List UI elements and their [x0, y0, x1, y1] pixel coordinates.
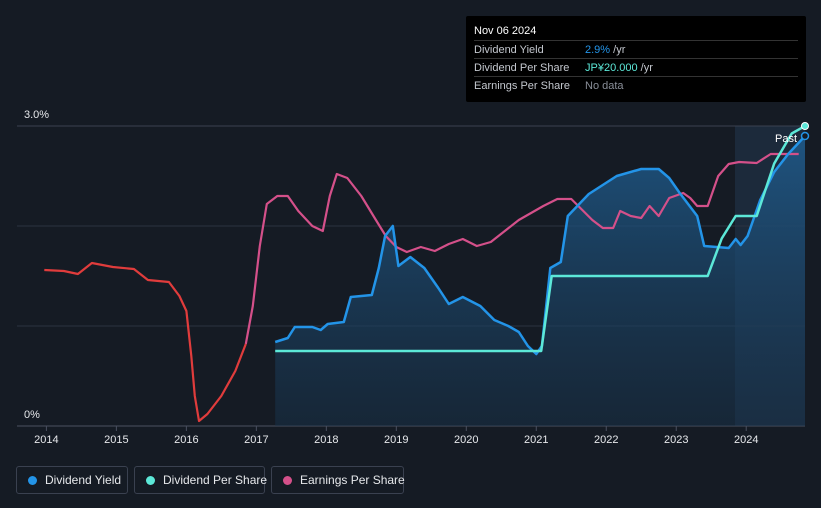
legend-dot [146, 476, 155, 485]
x-tick-label: 2022 [594, 434, 618, 446]
legend-label: Earnings Per Share [300, 473, 405, 487]
tooltip-label: Dividend Per Share [474, 62, 570, 74]
x-tick-label: 2021 [524, 434, 548, 446]
x-tick-label: 2018 [314, 434, 338, 446]
x-tick-label: 2023 [664, 434, 688, 446]
x-tick-label: 2020 [454, 434, 478, 446]
legend-label: Dividend Yield [45, 473, 122, 487]
tooltip-row-dividend-yield: Dividend Yield 2.9% /yr [474, 40, 798, 59]
x-tick-label: 2024 [734, 434, 758, 446]
legend-dot [28, 476, 37, 485]
dividend-yield-area [275, 136, 805, 426]
legend-dividend-yield[interactable]: Dividend Yield [16, 466, 128, 494]
x-tick-label: 2015 [104, 434, 128, 446]
tooltip-label: Earnings Per Share [474, 80, 570, 92]
dividend-per-share-endpoint [801, 122, 809, 130]
legend-dividend-per-share[interactable]: Dividend Per Share [134, 466, 268, 494]
tooltip-value: JP¥20.000 [585, 62, 638, 74]
tooltip-row-dividend-per-share: Dividend Per Share JP¥20.000 /yr [474, 58, 798, 77]
legend-earnings-per-share[interactable]: Earnings Per Share [271, 466, 405, 494]
x-tick-label: 2019 [384, 434, 408, 446]
y-tick-label: 0% [24, 409, 40, 421]
x-tick-label: 2016 [174, 434, 198, 446]
dividend-yield-endpoint [800, 131, 810, 141]
x-tick-label: 2017 [244, 434, 268, 446]
x-tick-label: 2014 [34, 434, 58, 446]
tooltip-unit: /yr [637, 62, 653, 74]
earnings-per-share-decline-line [44, 261, 247, 423]
legend-dot [283, 476, 292, 485]
tooltip-date: Nov 06 2024 [474, 25, 537, 37]
tooltip-unit: /yr [610, 44, 626, 56]
tooltip-label: Dividend Yield [474, 44, 544, 56]
tooltip-row-earnings-per-share: Earnings Per Share No data [474, 76, 798, 95]
hover-tooltip: Nov 06 2024 Dividend Yield 2.9% /yr Divi… [466, 16, 806, 102]
tooltip-value: No data [585, 80, 624, 92]
past-label: Past [775, 133, 797, 145]
y-tick-label: 3.0% [24, 109, 49, 121]
legend-label: Dividend Per Share [163, 473, 268, 487]
tooltip-value: 2.9% [585, 44, 611, 56]
